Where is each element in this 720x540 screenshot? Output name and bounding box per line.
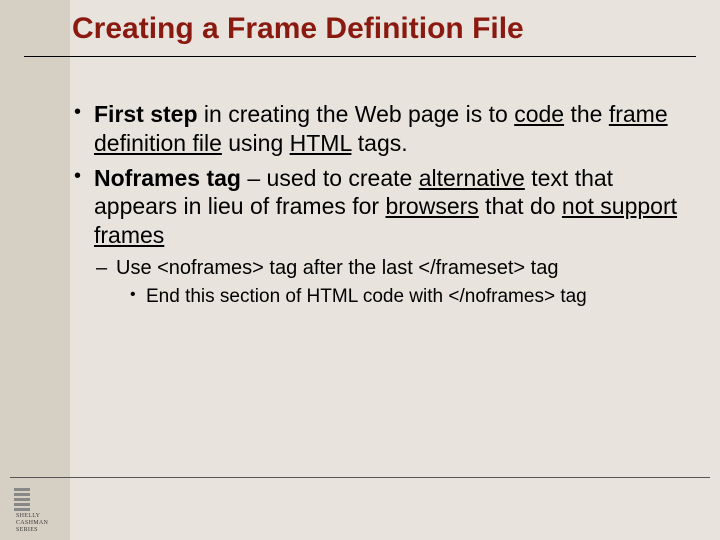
logo-text-line: CASHMAN: [16, 520, 48, 527]
shelly-cashman-series-logo: SHELLY CASHMAN SERIES: [14, 488, 64, 530]
bullet-first-step: First step in creating the Web page is t…: [72, 100, 690, 158]
text: – used to create: [241, 165, 419, 191]
sub-bullet-use-noframes: Use <noframes> tag after the last </fram…: [72, 256, 690, 281]
slide: Creating a Frame Definition File First s…: [0, 0, 720, 540]
footer-divider: [10, 477, 710, 478]
logo-stripes-icon: [14, 488, 30, 513]
text: the: [564, 101, 609, 127]
body-content: First step in creating the Web page is t…: [72, 100, 690, 309]
bold-text: First step: [94, 101, 198, 127]
sub-sub-bullet-end-noframes: End this section of HTML code with </nof…: [72, 285, 690, 309]
logo-text-line: SERIES: [16, 527, 48, 534]
text: that do: [479, 193, 562, 219]
underlined-text: alternative: [419, 165, 525, 191]
underlined-text: browsers: [385, 193, 478, 219]
bold-text: Noframes tag: [94, 165, 241, 191]
logo-text-line: SHELLY: [16, 513, 48, 520]
text: using: [222, 130, 290, 156]
left-accent-band: [0, 0, 70, 540]
title-underline: [24, 56, 696, 57]
slide-title: Creating a Frame Definition File: [72, 12, 690, 46]
bullet-noframes-tag: Noframes tag – used to create alternativ…: [72, 164, 690, 250]
text: tags.: [351, 130, 407, 156]
text: in creating the Web page is to: [198, 101, 515, 127]
underlined-text: code: [514, 101, 564, 127]
underlined-text: HTML: [290, 130, 352, 156]
